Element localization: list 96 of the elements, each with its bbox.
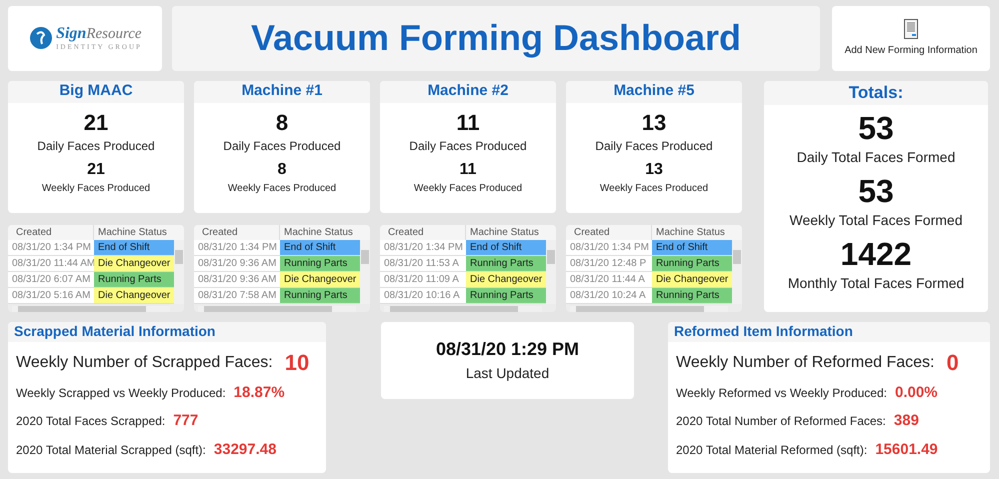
column-header[interactable]: Machine Status xyxy=(280,224,370,240)
vertical-scrollbar[interactable] xyxy=(546,240,556,304)
add-info-button[interactable]: Add New Forming Information xyxy=(832,6,990,70)
count-label: Weekly Faces Produced xyxy=(600,182,708,196)
table-cell-text: 08/31/20 9:36 AM xyxy=(197,272,278,286)
status-cell: End of Shift xyxy=(280,240,360,254)
total-value: 53 xyxy=(858,108,894,146)
table-cell-text: 08/31/20 11:44 A xyxy=(569,272,646,286)
stat-label: 2020 Total Material Reformed (sqft): xyxy=(676,442,868,459)
total-label: Daily Total Faces Formed xyxy=(796,148,956,167)
table-cell-text: 08/31/20 12:48 P xyxy=(569,256,648,270)
machine-name: Machine #5 xyxy=(614,81,694,102)
machine-name: Big MAAC xyxy=(59,81,133,102)
table-cell-text: 08/31/20 1:34 PM xyxy=(197,240,278,254)
updated-label: Last Updated xyxy=(466,364,550,383)
dashboard-title: Vacuum Forming Dashboard xyxy=(250,16,742,60)
table-cell-text: 08/31/20 5:16 AM xyxy=(11,288,92,302)
status-cell: Running Parts xyxy=(466,288,546,302)
daily-count: 8 xyxy=(276,110,288,134)
status-cell: Die Changeover xyxy=(94,288,174,302)
status-cell: Running Parts xyxy=(94,272,174,286)
logo-text: Resource xyxy=(86,24,142,43)
vertical-scrollbar[interactable] xyxy=(360,240,370,304)
card-title: Reformed Item Information xyxy=(674,322,853,341)
weekly-count: 8 xyxy=(278,160,286,178)
stat-value: 10 xyxy=(284,350,310,376)
stat-value: 0.00% xyxy=(894,382,938,402)
stat-label: 2020 Total Material Scrapped (sqft): xyxy=(16,442,206,459)
status-cell: Running Parts xyxy=(652,288,732,302)
status-cell: Running Parts xyxy=(652,256,732,270)
count-label: Daily Faces Produced xyxy=(595,138,713,154)
status-cell: End of Shift xyxy=(652,240,732,254)
count-label: Weekly Faces Produced xyxy=(228,182,336,196)
totals-title: Totals: xyxy=(848,82,904,104)
machine-name: Machine #1 xyxy=(242,81,322,102)
weekly-count: 21 xyxy=(87,160,105,178)
status-cell: Die Changeover xyxy=(652,272,732,286)
table-cell-text: 08/31/20 1:34 PM xyxy=(383,240,464,254)
daily-count: 11 xyxy=(456,110,480,134)
logo-text: Sign xyxy=(56,24,86,43)
total-label: Weekly Total Faces Formed xyxy=(790,210,962,230)
stat-label: 2020 Total Number of Reformed Faces: xyxy=(676,413,886,430)
horizontal-scrollbar[interactable] xyxy=(198,306,356,312)
horizontal-scrollbar[interactable] xyxy=(570,306,728,312)
stat-label: Weekly Scrapped vs Weekly Produced: xyxy=(16,384,226,402)
count-label: Daily Faces Produced xyxy=(409,138,527,154)
count-label: Weekly Faces Produced xyxy=(42,182,150,196)
status-cell: End of Shift xyxy=(94,240,174,254)
stat-value: 0 xyxy=(946,350,959,376)
table-cell-text: 08/31/20 6:07 AM xyxy=(11,272,92,286)
stat-value: 389 xyxy=(894,411,919,431)
stat-label: Weekly Reformed vs Weekly Produced: xyxy=(676,384,887,402)
stat-value: 18.87% xyxy=(234,382,285,402)
logo-mark-icon xyxy=(28,26,54,50)
count-label: Weekly Faces Produced xyxy=(414,182,522,196)
stat-value: 15601.49 xyxy=(875,440,938,460)
stat-value: 777 xyxy=(173,411,198,431)
total-value: 1422 xyxy=(840,234,912,272)
status-cell: Running Parts xyxy=(466,256,546,270)
table-cell-text: 08/31/20 1:34 PM xyxy=(569,240,650,254)
form-icon xyxy=(904,18,918,39)
status-cell: Die Changeover xyxy=(466,272,546,286)
table-cell-text: 08/31/20 9:36 AM xyxy=(197,256,278,270)
weekly-count: 13 xyxy=(645,160,663,178)
stat-label: 2020 Total Faces Scrapped: xyxy=(16,413,166,430)
table-cell-text: 08/31/20 11:53 A xyxy=(383,256,460,270)
table-cell-text: 08/31/20 1:34 PM xyxy=(11,240,92,254)
total-value: 53 xyxy=(858,172,894,210)
status-cell: Die Changeover xyxy=(94,256,174,270)
daily-count: 21 xyxy=(84,110,108,134)
column-header[interactable]: Machine Status xyxy=(94,224,184,240)
column-header[interactable]: Machine Status xyxy=(652,224,742,240)
table-cell-text: 08/31/20 10:16 A xyxy=(383,288,461,302)
status-cell: End of Shift xyxy=(466,240,546,254)
horizontal-scrollbar[interactable] xyxy=(384,306,542,312)
count-label: Daily Faces Produced xyxy=(223,138,341,154)
table-cell-text: 08/31/20 7:58 AM xyxy=(197,288,278,302)
horizontal-scrollbar[interactable] xyxy=(12,306,170,312)
stat-value: 33297.48 xyxy=(214,440,276,460)
vertical-scrollbar[interactable] xyxy=(174,240,184,304)
stat-label: Weekly Number of Reformed Faces: xyxy=(676,352,934,372)
column-header[interactable]: Machine Status xyxy=(466,224,556,240)
updated-time: 08/31/20 1:29 PM xyxy=(436,338,580,361)
machine-name: Machine #2 xyxy=(428,81,508,102)
total-label: Monthly Total Faces Formed xyxy=(788,274,964,293)
vertical-scrollbar[interactable] xyxy=(732,240,742,304)
weekly-count: 11 xyxy=(460,160,476,178)
stat-label: Weekly Number of Scrapped Faces: xyxy=(16,352,273,372)
status-cell: Die Changeover xyxy=(280,272,360,286)
table-cell-text: 08/31/20 10:24 A xyxy=(569,288,647,302)
table-cell-text: 08/31/20 11:09 A xyxy=(383,272,460,286)
count-label: Daily Faces Produced xyxy=(37,138,155,154)
status-cell: Running Parts xyxy=(280,288,360,302)
daily-count: 13 xyxy=(642,110,666,134)
card-title: Scrapped Material Information xyxy=(14,322,216,341)
status-cell: Running Parts xyxy=(280,256,360,270)
